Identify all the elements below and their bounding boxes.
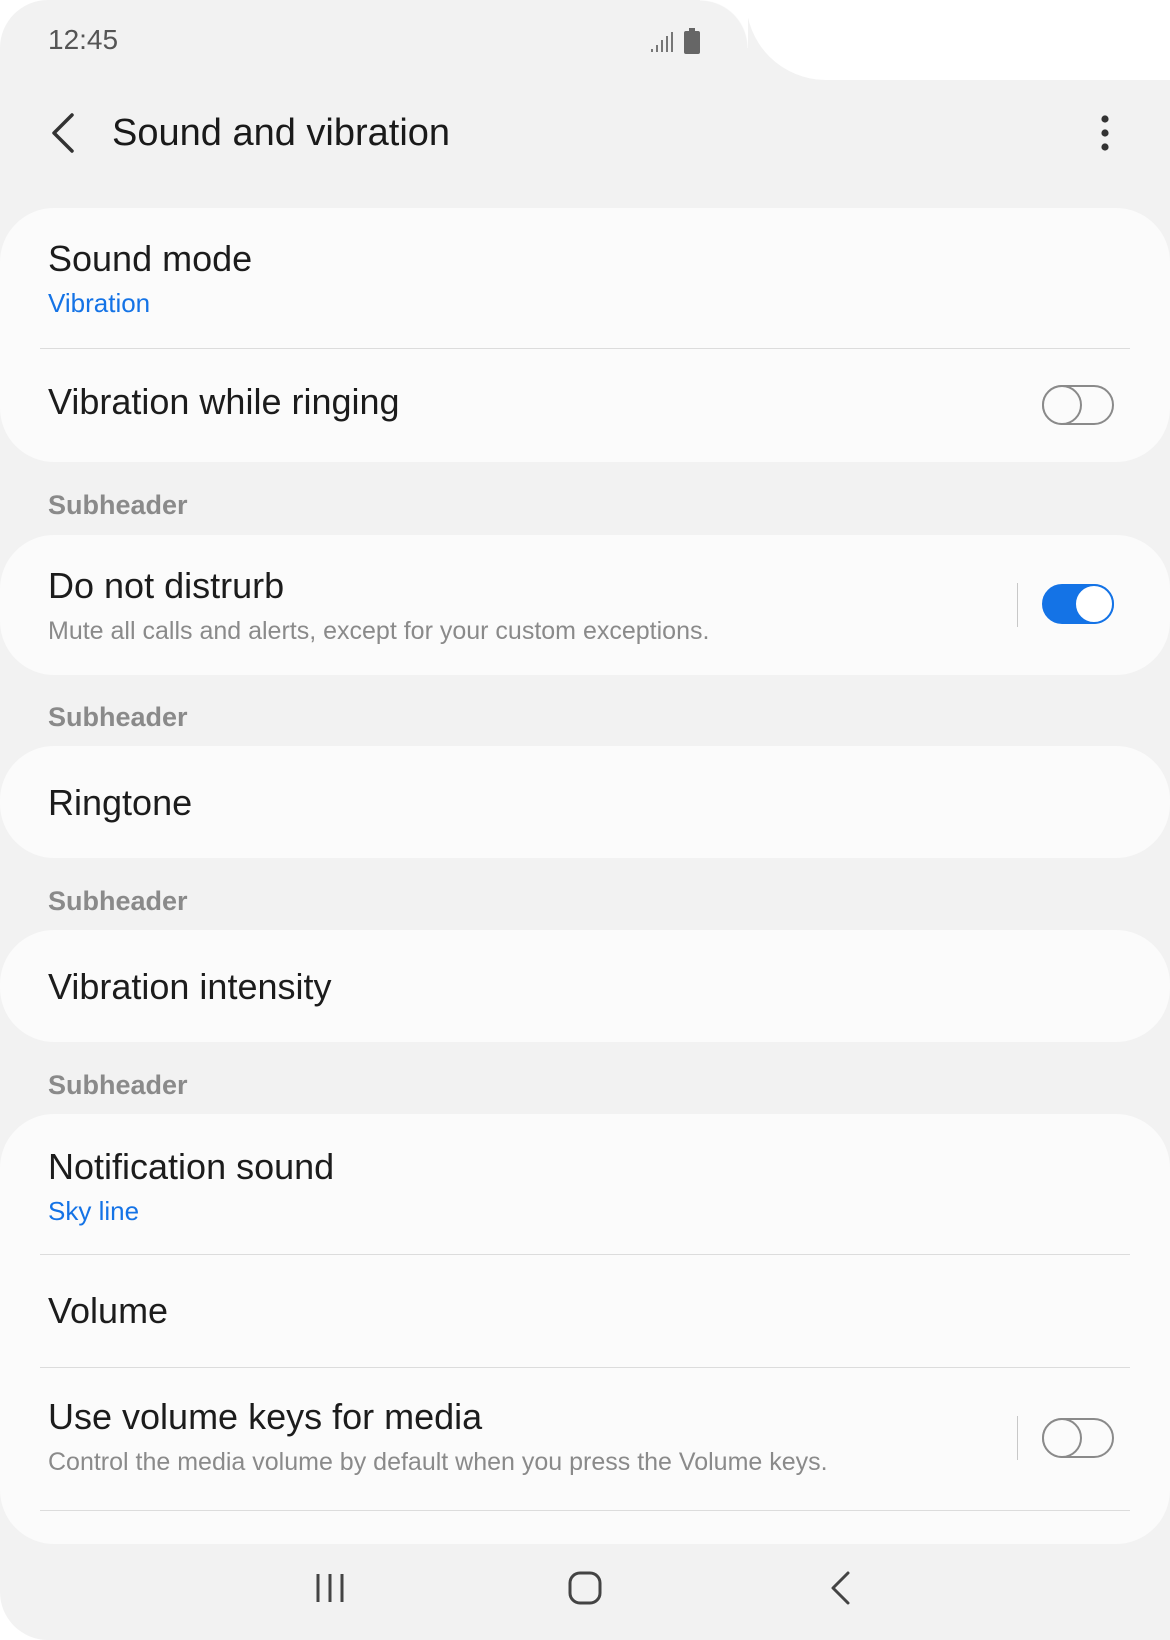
vibration-while-ringing-row[interactable]: Vibration while ringing bbox=[0, 349, 1170, 462]
back-icon bbox=[828, 1570, 852, 1611]
sound-mode-card: Sound mode Vibration Vibration while rin… bbox=[0, 208, 1170, 462]
vibration-intensity-card: Vibration intensity bbox=[0, 930, 1170, 1042]
status-bar: 12:45 bbox=[0, 0, 746, 80]
navigation-bar bbox=[0, 1540, 1170, 1640]
subheader: Subheader bbox=[48, 886, 188, 916]
use-volume-keys-title: Use volume keys for media bbox=[48, 1396, 483, 1437]
vibration-while-ringing-title: Vibration while ringing bbox=[48, 381, 400, 422]
toggle-knob bbox=[1042, 385, 1082, 425]
do-not-disturb-row[interactable]: Do not distrurb Mute all calls and alert… bbox=[0, 535, 1170, 675]
more-vertical-icon bbox=[1100, 113, 1110, 158]
app-bar: Sound and vibration bbox=[0, 90, 1170, 180]
vertical-divider bbox=[1017, 583, 1018, 627]
camera-notch bbox=[746, 0, 1170, 80]
use-volume-keys-toggle[interactable] bbox=[1042, 1418, 1114, 1458]
vibration-while-ringing-toggle[interactable] bbox=[1042, 385, 1114, 425]
notification-sound-title: Notification sound bbox=[48, 1146, 335, 1187]
notification-sound-value: Sky line bbox=[48, 1196, 140, 1226]
sound-mode-value: Vibration bbox=[48, 288, 151, 318]
divider bbox=[40, 1510, 1130, 1511]
notification-sound-row[interactable]: Notification sound Sky line bbox=[0, 1114, 1170, 1254]
volume-title: Volume bbox=[48, 1290, 169, 1331]
sound-mode-row[interactable]: Sound mode Vibration bbox=[0, 208, 1170, 348]
use-volume-keys-row[interactable]: Use volume keys for media Control the me… bbox=[0, 1368, 1170, 1510]
subheader: Subheader bbox=[48, 1070, 188, 1100]
more-options-button[interactable] bbox=[1090, 108, 1120, 162]
page-title: Sound and vibration bbox=[112, 112, 451, 154]
ringtone-row[interactable]: Ringtone bbox=[0, 746, 1170, 858]
home-icon bbox=[567, 1570, 603, 1611]
ringtone-title: Ringtone bbox=[48, 782, 193, 823]
sound-mode-title: Sound mode bbox=[48, 238, 253, 279]
notification-card: Notification sound Sky line Volume Use v… bbox=[0, 1114, 1170, 1544]
vertical-divider bbox=[1017, 1416, 1018, 1460]
nav-back-button[interactable] bbox=[810, 1562, 870, 1618]
ringtone-card: Ringtone bbox=[0, 746, 1170, 858]
do-not-disturb-card: Do not distrurb Mute all calls and alert… bbox=[0, 535, 1170, 675]
vibration-intensity-title: Vibration intensity bbox=[48, 966, 332, 1007]
home-button[interactable] bbox=[555, 1562, 615, 1618]
back-button[interactable] bbox=[38, 108, 86, 162]
toggle-knob bbox=[1074, 584, 1114, 624]
battery-icon bbox=[684, 28, 700, 59]
do-not-disturb-subtitle: Mute all calls and alerts, except for yo… bbox=[48, 617, 710, 645]
status-time: 12:45 bbox=[48, 24, 119, 55]
signal-icon bbox=[650, 30, 674, 59]
do-not-disturb-title: Do not distrurb bbox=[48, 565, 285, 606]
use-volume-keys-subtitle: Control the media volume by default when… bbox=[48, 1448, 828, 1476]
recent-apps-icon bbox=[313, 1571, 347, 1610]
volume-row[interactable]: Volume bbox=[0, 1255, 1170, 1367]
do-not-disturb-toggle[interactable] bbox=[1042, 584, 1114, 624]
subheader: Subheader bbox=[48, 702, 188, 732]
subheader: Subheader bbox=[48, 490, 188, 520]
toggle-knob bbox=[1042, 1418, 1082, 1458]
recent-apps-button[interactable] bbox=[300, 1562, 360, 1618]
status-icons bbox=[650, 28, 700, 59]
screen: 12:45 Sound and vibration Sound mode Vib… bbox=[0, 0, 1170, 1640]
vibration-intensity-row[interactable]: Vibration intensity bbox=[0, 930, 1170, 1042]
chevron-left-icon bbox=[48, 111, 76, 160]
